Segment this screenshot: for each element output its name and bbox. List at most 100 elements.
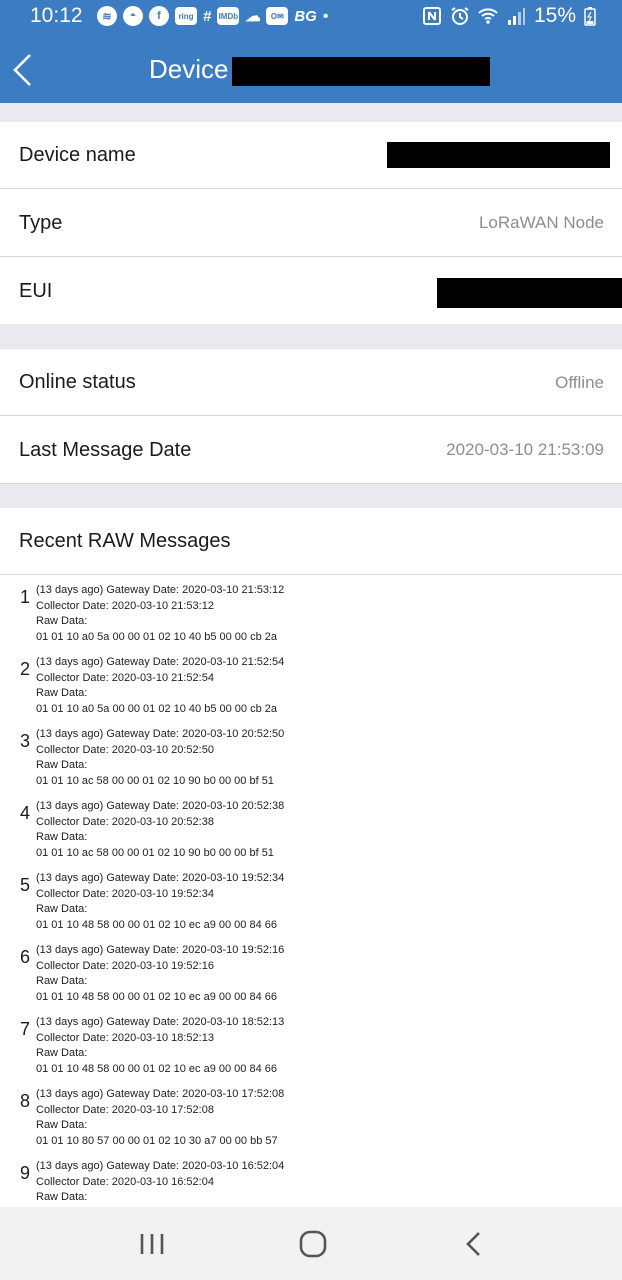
message-body: (13 days ago) Gateway Date: 2020-03-10 1…: [36, 1159, 383, 1207]
raw-data-label: Raw Data:: [36, 687, 88, 700]
system-icons: 15%: [422, 4, 596, 28]
top-bar: 10:12 ≋ ◓ f ring # IMDb ☁ O✉ BG • 15% De…: [0, 0, 622, 103]
raw-data-label: Raw Data:: [36, 903, 88, 916]
section-divider: [0, 103, 622, 122]
app-bar: Device: [0, 38, 622, 103]
redaction-block: [437, 278, 622, 308]
message-body: (13 days ago) Gateway Date: 2020-03-10 1…: [36, 871, 284, 934]
back-button[interactable]: [10, 52, 36, 88]
collector-date-text: Collector Date: 2020-03-10 19:52:34: [36, 887, 214, 900]
raw-data-value: 01 01 10 80 57 00 00 01 02 10 30 a7 00 0…: [36, 1135, 278, 1148]
raw-data-value: 01 01 10 48 58 00 00 01 02 10 ec a9 00 0…: [36, 1063, 277, 1076]
redaction-block: [387, 142, 610, 168]
type-value: LoRaWAN Node: [478, 213, 604, 232]
message-number: 6: [20, 947, 31, 967]
message-number: 7: [20, 1019, 31, 1039]
raw-data-value: 01 01 10 ac 58 00 00 01 02 10 90 b0 00 0…: [36, 847, 274, 860]
battery-percent: 15%: [533, 4, 576, 27]
wifi-icon: [478, 8, 498, 24]
status-time: 10:12: [30, 4, 83, 27]
message-item: 1 (13 days ago) Gateway Date: 2020-03-10 …: [0, 575, 622, 647]
carrier-text: BG: [294, 7, 317, 25]
spotify-icon: ≋: [97, 6, 117, 26]
online-status-value: Offline: [555, 373, 604, 392]
cloud-icon: ☁: [245, 8, 261, 25]
message-number: 8: [20, 1091, 31, 1111]
redaction-block: [232, 57, 490, 86]
message-body: (13 days ago) Gateway Date: 2020-03-10 1…: [36, 1087, 284, 1150]
device-name-label: Device name: [19, 144, 136, 166]
eui-label: EUI: [19, 280, 53, 302]
message-number: 9: [20, 1163, 31, 1183]
raw-data-label: Raw Data:: [36, 615, 88, 628]
messages-section-title: Recent RAW Messages: [19, 530, 231, 552]
raw-data-value: 01 01 10 a0 5a 00 00 01 02 10 40 b5 00 0…: [36, 703, 277, 716]
facebook-icon: f: [149, 6, 169, 26]
online-status-label: Online status: [19, 371, 136, 393]
message-body: (13 days ago) Gateway Date: 2020-03-10 1…: [36, 943, 284, 1006]
message-body: (13 days ago) Gateway Date: 2020-03-10 1…: [36, 1015, 284, 1078]
battery-icon: [584, 7, 596, 26]
gateway-date-text: (13 days ago) Gateway Date: 2020-03-10 1…: [36, 1088, 285, 1100]
type-row: Type LoRaWAN Node: [0, 189, 622, 257]
raw-data-label: Raw Data:: [36, 759, 88, 772]
raw-data-label: Raw Data:: [36, 831, 88, 844]
home-icon[interactable]: [293, 1227, 333, 1261]
raw-data-value: 01 01 10 48 58 00 00 01 02 10 ec a9 00 0…: [36, 919, 277, 932]
online-status-row: Online status Offline: [0, 349, 622, 416]
collector-date-text: Collector Date: 2020-03-10 17:52:08: [36, 1103, 214, 1116]
collector-date-text: Collector Date: 2020-03-10 18:52:13: [36, 1031, 214, 1044]
last-message-date-value: 2020-03-10 21:53:09: [446, 440, 604, 459]
collector-date-text: Collector Date: 2020-03-10 21:52:54: [36, 671, 214, 684]
last-message-date-row: Last Message Date 2020-03-10 21:53:09: [0, 416, 622, 484]
page-title: Device: [149, 54, 229, 84]
dot-icon: •: [322, 7, 329, 25]
messages-list[interactable]: 1 (13 days ago) Gateway Date: 2020-03-10 …: [0, 575, 622, 1207]
slack-icon: #: [203, 7, 212, 25]
collector-date-text: Collector Date: 2020-03-10 19:52:16: [36, 959, 214, 972]
messenger-icon: ◓: [123, 6, 143, 26]
collector-date-text: Collector Date: 2020-03-10 20:52:50: [36, 743, 214, 756]
raw-data-label: Raw Data:: [36, 1047, 88, 1060]
gateway-date-text: (13 days ago) Gateway Date: 2020-03-10 2…: [36, 800, 285, 812]
back-icon[interactable]: [455, 1227, 495, 1261]
gateway-date-text: (13 days ago) Gateway Date: 2020-03-10 2…: [36, 728, 285, 740]
message-item: 4 (13 days ago) Gateway Date: 2020-03-10 …: [0, 791, 622, 863]
imdb-icon: IMDb: [217, 7, 240, 25]
message-body: (13 days ago) Gateway Date: 2020-03-10 2…: [36, 799, 284, 862]
device-name-row: Device name: [0, 122, 622, 189]
message-item: 3 (13 days ago) Gateway Date: 2020-03-10 …: [0, 719, 622, 791]
raw-data-label: Raw Data:: [36, 975, 88, 988]
gateway-date-text: (13 days ago) Gateway Date: 2020-03-10 1…: [36, 1016, 285, 1028]
navigation-bar: [0, 1207, 622, 1280]
eui-row: EUI: [0, 257, 622, 324]
raw-data-label: Raw Data:: [36, 1191, 88, 1204]
last-message-date-label: Last Message Date: [19, 439, 192, 461]
collector-date-text: Collector Date: 2020-03-10 20:52:38: [36, 815, 214, 828]
message-body: (13 days ago) Gateway Date: 2020-03-10 2…: [36, 655, 284, 718]
gateway-date-text: (13 days ago) Gateway Date: 2020-03-10 1…: [36, 872, 285, 884]
ring-icon: ring: [175, 7, 197, 25]
gateway-date-text: (13 days ago) Gateway Date: 2020-03-10 2…: [36, 656, 285, 668]
raw-data-label: Raw Data:: [36, 1119, 88, 1132]
type-label: Type: [19, 212, 63, 234]
outlook-icon: O✉: [266, 7, 289, 25]
section-divider: [0, 484, 622, 508]
section-divider: [0, 324, 622, 349]
collector-date-text: Collector Date: 2020-03-10 21:53:12: [36, 599, 214, 612]
gateway-date-text: (13 days ago) Gateway Date: 2020-03-10 1…: [36, 944, 285, 956]
collector-date-text: Collector Date: 2020-03-10 16:52:04: [36, 1175, 214, 1188]
nfc-icon: [422, 7, 441, 25]
gateway-date-text: (13 days ago) Gateway Date: 2020-03-10 2…: [36, 584, 285, 596]
raw-data-value: 01 01 10 48 58 00 00 01 02 10 ec a9 00 0…: [36, 991, 277, 1004]
message-item: 2 (13 days ago) Gateway Date: 2020-03-10 …: [0, 647, 622, 719]
status-bar: 10:12 ≋ ◓ f ring # IMDb ☁ O✉ BG • 15%: [0, 0, 622, 38]
message-item: 9 (13 days ago) Gateway Date: 2020-03-10 …: [0, 1151, 622, 1207]
signal-icon: [507, 8, 525, 25]
message-item: 6 (13 days ago) Gateway Date: 2020-03-10 …: [0, 935, 622, 1007]
message-item: 8 (13 days ago) Gateway Date: 2020-03-10 …: [0, 1079, 622, 1151]
raw-data-value: 01 01 10 ac 58 00 00 01 02 10 90 b0 00 0…: [36, 775, 274, 788]
recent-apps-icon[interactable]: [132, 1227, 172, 1261]
alarm-icon: [451, 7, 469, 25]
message-number: 5: [20, 875, 31, 895]
